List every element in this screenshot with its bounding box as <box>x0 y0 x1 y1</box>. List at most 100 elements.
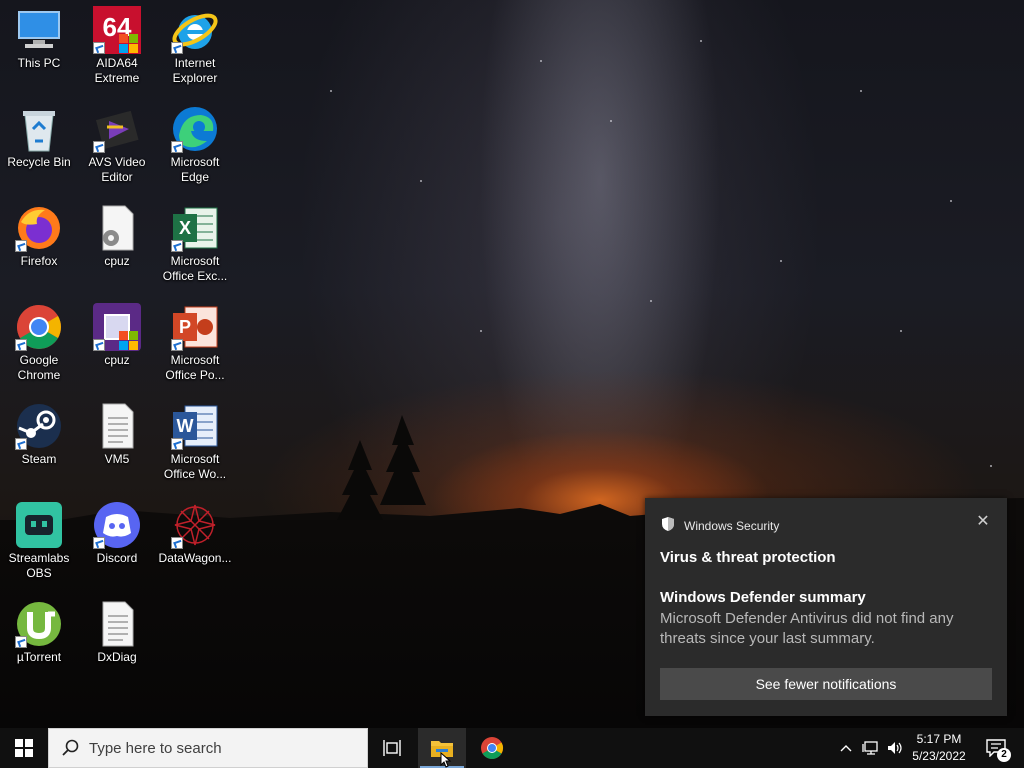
svg-text:X: X <box>179 218 191 238</box>
steam-icon <box>15 402 63 450</box>
pine-trees <box>336 415 426 522</box>
svg-text:W: W <box>177 416 194 436</box>
shortcut-arrow-icon <box>15 240 27 252</box>
shortcut-arrow-icon <box>15 636 27 648</box>
streamlabs-icon <box>15 501 63 549</box>
notification-app-header: Windows Security <box>660 516 779 535</box>
notification-app-name: Windows Security <box>684 518 780 533</box>
desktop-icon-discord[interactable]: Discord <box>78 495 156 591</box>
desktop-icon-label: Microsoft Office Wo... <box>163 452 227 481</box>
desktop-icon-streamlabs-obs[interactable]: Streamlabs OBS <box>0 495 78 591</box>
desktop-icon-label: Streamlabs OBS <box>8 551 70 580</box>
desktop-icon-datawagon[interactable]: DataWagon... <box>156 495 234 591</box>
desktop-icon-microsoft-edge[interactable]: Microsoft Edge <box>156 99 234 195</box>
shortcut-arrow-icon <box>15 339 27 351</box>
system-clock[interactable]: 5:17 PM 5/23/2022 <box>906 731 972 765</box>
discord-icon <box>93 501 141 549</box>
shield-icon <box>660 516 676 535</box>
taskbar-google-chrome[interactable] <box>468 728 516 768</box>
desktop-icon-label: Google Chrome <box>17 353 61 382</box>
desktop-icon-this-pc[interactable]: This PC <box>0 0 78 96</box>
desktop-icon-label: Microsoft Office Po... <box>165 353 225 382</box>
shortcut-arrow-icon <box>93 339 105 351</box>
volume-icon[interactable] <box>884 728 906 768</box>
search-icon <box>62 739 79 756</box>
desktop-icon-steam[interactable]: Steam <box>0 396 78 492</box>
cpuz-icon <box>93 303 141 351</box>
desktop-icon-microsoft-office-powerpoint[interactable]: P Microsoft Office Po... <box>156 297 234 393</box>
svg-text:P: P <box>179 317 191 337</box>
shortcut-arrow-icon <box>171 537 183 549</box>
desktop-icon-label: AVS Video Editor <box>88 155 146 184</box>
utorrent-icon <box>15 600 63 648</box>
taskbar-search-box[interactable]: Type here to search <box>48 728 368 768</box>
chrome-icon <box>481 737 503 759</box>
notification-heading: Virus & threat protection <box>660 549 836 566</box>
computer-icon <box>15 6 63 54</box>
close-icon[interactable]: ✕ <box>973 512 993 532</box>
desktop-icon-firefox[interactable]: Firefox <box>0 198 78 294</box>
search-placeholder: Type here to search <box>89 739 222 757</box>
desktop-icon-label: DxDiag <box>97 650 137 664</box>
action-center-button[interactable]: 2 <box>976 728 1016 768</box>
shortcut-arrow-icon <box>93 141 105 153</box>
desktop-icon-label: cpuz <box>104 353 130 367</box>
taskbar: Type here to search 5:17 PM 5/23/2022 2 <box>0 728 1024 768</box>
shortcut-arrow-icon <box>171 141 183 153</box>
settings-file-icon <box>93 204 141 252</box>
shortcut-arrow-icon <box>171 438 183 450</box>
start-button[interactable] <box>0 728 48 768</box>
word-icon: W <box>171 402 219 450</box>
desktop[interactable]: This PC Recycle Bin Firefox Google Chrom… <box>0 0 1024 728</box>
desktop-icon-label: Discord <box>96 551 138 565</box>
desktop-icon-microsoft-office-word[interactable]: W Microsoft Office Wo... <box>156 396 234 492</box>
powerpoint-icon: P <box>171 303 219 351</box>
desktop-icon-google-chrome[interactable]: Google Chrome <box>0 297 78 393</box>
desktop-icon-internet-explorer[interactable]: Internet Explorer <box>156 0 234 96</box>
desktop-icon-label: Steam <box>21 452 57 466</box>
chrome-icon <box>15 303 63 351</box>
desktop-icon-dxdiag[interactable]: DxDiag <box>78 594 156 690</box>
excel-icon: X <box>171 204 219 252</box>
desktop-icon-label: DataWagon... <box>158 551 232 565</box>
windows-logo-icon <box>15 739 33 757</box>
edge-icon <box>171 105 219 153</box>
desktop-icon-label: Internet Explorer <box>172 56 218 85</box>
internet-explorer-icon <box>171 6 219 54</box>
desktop-icon-microsoft-office-excel[interactable]: X Microsoft Office Exc... <box>156 198 234 294</box>
desktop-icon-label: This PC <box>17 56 61 70</box>
firefox-icon <box>15 204 63 252</box>
shortcut-arrow-icon <box>15 438 27 450</box>
see-fewer-notifications-button[interactable]: See fewer notifications <box>660 668 992 700</box>
shortcut-arrow-icon <box>171 240 183 252</box>
shortcut-arrow-icon <box>93 537 105 549</box>
desktop-icon-label: Microsoft Office Exc... <box>162 254 228 283</box>
desktop-icon-label: AIDA64 Extreme <box>94 56 140 85</box>
clock-date: 5/23/2022 <box>912 749 966 763</box>
desktop-icon-vm5[interactable]: VM5 <box>78 396 156 492</box>
desktop-icon-recycle-bin[interactable]: Recycle Bin <box>0 99 78 195</box>
task-view-button[interactable] <box>368 728 416 768</box>
desktop-icon-label: Recycle Bin <box>7 155 71 169</box>
text-file-icon <box>93 600 141 648</box>
chevron-up-icon <box>840 745 852 752</box>
shortcut-arrow-icon <box>171 339 183 351</box>
network-icon[interactable] <box>860 728 882 768</box>
desktop-icon-label: cpuz <box>104 254 130 268</box>
notification-count-badge: 2 <box>997 748 1011 762</box>
aida64-icon: 64 <box>93 6 141 54</box>
desktop-icon-cpuz[interactable]: cpuz <box>78 297 156 393</box>
desktop-icon-label: Microsoft Edge <box>170 155 220 184</box>
recycle-bin-icon <box>15 105 63 153</box>
desktop-icon-cpuz-file[interactable]: cpuz <box>78 198 156 294</box>
desktop-icon-avs-video-editor[interactable]: AVS Video Editor <box>78 99 156 195</box>
desktop-icon-aida64-extreme[interactable]: 64 AIDA64 Extreme <box>78 0 156 96</box>
desktop-icon-label: VM5 <box>104 452 130 466</box>
show-hidden-icons-button[interactable] <box>836 728 856 768</box>
windows-security-notification[interactable]: Windows Security ✕ Virus & threat protec… <box>645 498 1007 716</box>
clock-time: 5:17 PM <box>916 732 962 746</box>
avs-video-editor-icon <box>93 105 141 153</box>
shortcut-arrow-icon <box>171 42 183 54</box>
desktop-icon-utorrent[interactable]: µTorrent <box>0 594 78 690</box>
notification-body: Microsoft Defender Antivirus did not fin… <box>660 610 954 647</box>
